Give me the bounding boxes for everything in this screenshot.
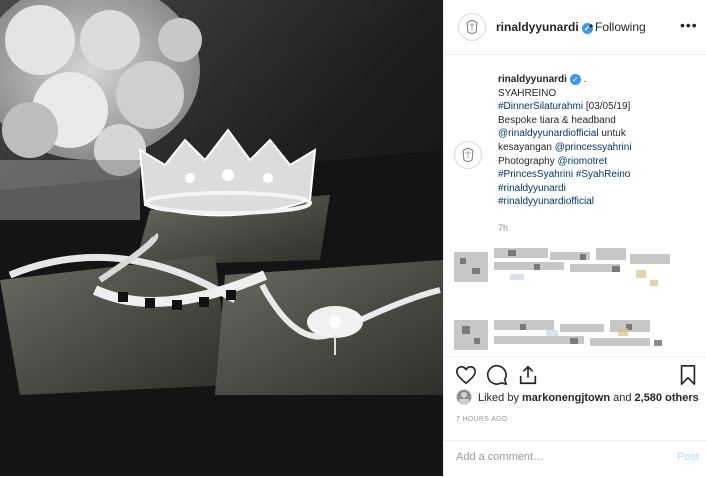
caption-title: SYAHREINO	[498, 87, 557, 99]
following-button[interactable]: Following	[595, 20, 646, 34]
logo-icon	[460, 15, 484, 39]
heart-icon[interactable]	[455, 364, 477, 386]
liker-avatar[interactable]	[456, 389, 472, 405]
post-timestamp[interactable]: 7 HOURS AGO	[456, 416, 508, 423]
hashtag-princessyahrini[interactable]: #PrincesSyahrini	[498, 169, 573, 180]
caption-author-avatar[interactable]	[454, 141, 482, 169]
separator-dot: •	[589, 19, 594, 33]
caption-suffix: .	[580, 74, 587, 85]
pixelated-comments-image	[450, 244, 694, 356]
more-options-icon[interactable]: •••	[680, 18, 698, 32]
post-photo	[0, 0, 443, 476]
person-icon	[457, 390, 471, 404]
author-username-text[interactable]: rinaldyyunardi	[496, 20, 579, 34]
caption-photography: Photography	[498, 155, 558, 167]
post-actions: Liked by markonengjtown and 2,580 others…	[444, 356, 706, 476]
event-date: [03/05/19]	[583, 101, 631, 113]
caption-username[interactable]: rinaldyyunardi	[498, 74, 567, 85]
author-username[interactable]: rinaldyyunardi ✓	[496, 20, 593, 34]
post-caption: rinaldyyunardi ✓ . SYAHREINO #DinnerSilat…	[498, 73, 703, 236]
logo-icon	[456, 143, 480, 167]
comment-icon[interactable]	[486, 364, 508, 386]
caption-bespoke: Bespoke tiara & headband	[498, 114, 616, 126]
author-avatar[interactable]	[458, 13, 486, 41]
hashtag-rinaldyyunardi[interactable]: #rinaldyyunardi	[498, 182, 703, 196]
obscured-comments	[450, 244, 694, 356]
comment-box: Add a comment… Post	[444, 440, 706, 477]
verified-badge-icon: ✓	[569, 74, 581, 85]
mention-rinaldyyunardiofficial[interactable]: @rinaldyyunardiofficial	[498, 128, 599, 139]
likes-and: and	[610, 392, 635, 404]
caption-timestamp[interactable]: 7h	[498, 222, 703, 236]
share-icon[interactable]	[517, 364, 539, 386]
caption-untuk: untuk	[598, 128, 626, 140]
mention-princessyahrini[interactable]: @princessyahrini	[555, 142, 632, 153]
post-header: rinaldyyunardi ✓ • Following •••	[444, 0, 706, 55]
liked-by-prefix: Liked by	[478, 392, 523, 404]
mention-riomotret[interactable]: @riomotret	[558, 156, 608, 167]
bookmark-icon[interactable]	[677, 364, 699, 386]
post-details-panel: rinaldyyunardi ✓ • Following ••• rinaldyy…	[443, 0, 706, 476]
tiaras-photo	[0, 0, 443, 476]
likes-count[interactable]: 2,580 others	[635, 392, 699, 404]
post-comment-button[interactable]: Post	[677, 451, 699, 463]
hashtag-dinnersilaturahmi[interactable]: #DinnerSilaturahmi	[498, 101, 583, 112]
liker-username[interactable]: markonengjtown	[522, 392, 610, 404]
hashtag-rinaldyyunardiofficial[interactable]: #rinaldyyunardiofficial	[498, 195, 703, 209]
caption-kesayangan: kesayangan	[498, 141, 555, 153]
comment-input[interactable]: Add a comment…	[456, 451, 544, 463]
hashtag-syahreino[interactable]: #SyahReino	[576, 169, 630, 180]
